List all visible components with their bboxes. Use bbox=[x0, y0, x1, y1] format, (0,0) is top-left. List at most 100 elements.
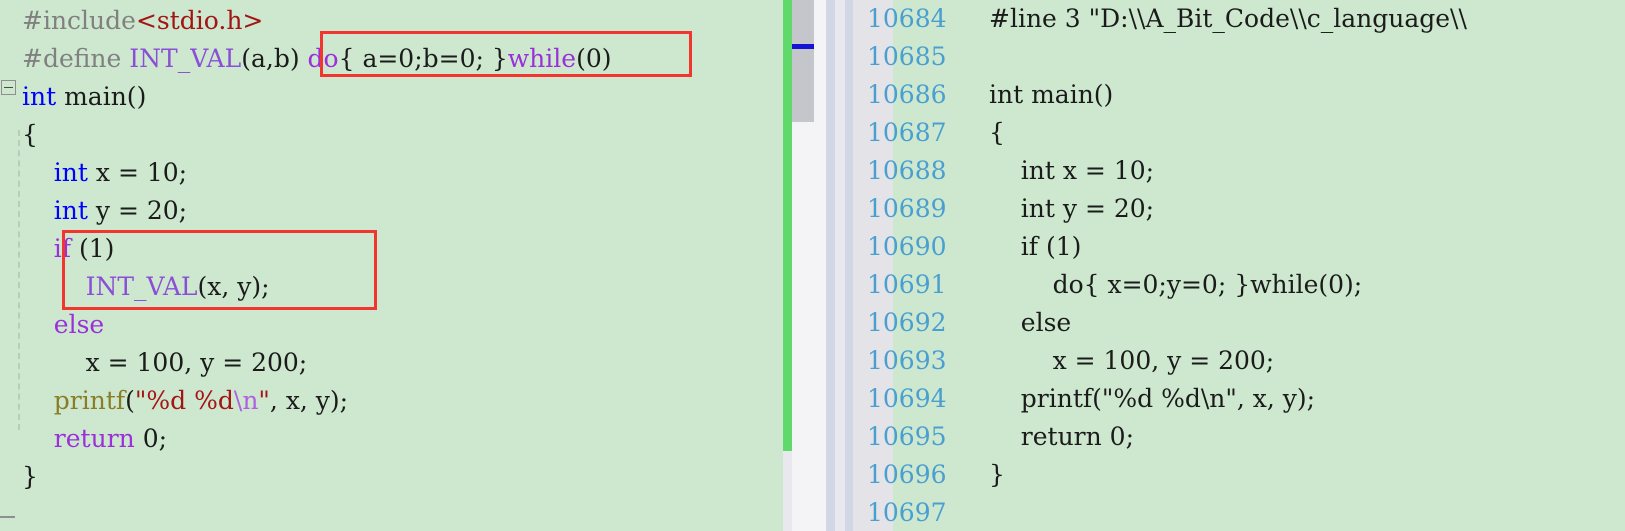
source-line[interactable]: INT_VAL(x, y); bbox=[22, 268, 270, 306]
code-token: main() bbox=[56, 82, 147, 111]
code-token: x = 100, y = 200; bbox=[22, 348, 308, 377]
code-token: else bbox=[53, 310, 105, 339]
line-number: 10688 bbox=[867, 156, 947, 185]
source-line[interactable]: int x = 10; bbox=[22, 154, 187, 192]
code-token: 0; bbox=[134, 424, 168, 453]
output-line-text: #line 3 "D:\\A_Bit_Code\\c_language\\ bbox=[989, 4, 1467, 33]
output-line-text: int x = 10; bbox=[989, 156, 1155, 185]
pane-divider-stripe-1[interactable] bbox=[826, 0, 835, 531]
code-token: { bbox=[22, 120, 38, 149]
code-token: int bbox=[53, 158, 88, 187]
editor-gutter[interactable] bbox=[0, 0, 22, 531]
code-token: if bbox=[53, 234, 72, 263]
output-line-row[interactable]: 10691 do{ x=0;y=0; }while(0); bbox=[853, 266, 1625, 304]
source-line[interactable]: int main() bbox=[22, 78, 146, 116]
output-line-text: x = 100, y = 200; bbox=[989, 346, 1275, 375]
change-tracking-bar bbox=[783, 0, 792, 451]
code-token: (a,b) bbox=[241, 44, 308, 73]
output-line-row[interactable]: 10692 else bbox=[853, 304, 1625, 342]
output-line-row[interactable]: 10684 #line 3 "D:\\A_Bit_Code\\c_language… bbox=[853, 0, 1625, 38]
output-line-text: int y = 20; bbox=[989, 194, 1155, 223]
code-token: (1) bbox=[71, 234, 115, 263]
code-token: do bbox=[307, 44, 339, 73]
scrollbar-thumb[interactable] bbox=[792, 0, 814, 122]
code-token: (0) bbox=[576, 44, 612, 73]
pane-divider-stripe-2[interactable] bbox=[845, 0, 853, 531]
code-token: INT_VAL bbox=[85, 272, 198, 301]
code-token: { a=0;b=0; } bbox=[338, 44, 508, 73]
source-line[interactable]: else bbox=[22, 306, 104, 344]
source-line[interactable]: } bbox=[22, 458, 38, 496]
source-line[interactable]: return 0; bbox=[22, 420, 167, 458]
code-token: #include bbox=[22, 6, 136, 35]
preprocessed-output-pane[interactable]: 10684 #line 3 "D:\\A_Bit_Code\\c_language… bbox=[853, 0, 1625, 531]
source-line[interactable]: printf("%d %d\n", x, y); bbox=[22, 382, 348, 420]
output-line-text: else bbox=[989, 308, 1072, 337]
code-token: printf bbox=[53, 386, 126, 415]
output-line-row[interactable]: 10689 int y = 20; bbox=[853, 190, 1625, 228]
line-number: 10684 bbox=[867, 4, 947, 33]
output-line-text: } bbox=[989, 460, 1005, 489]
code-token: int bbox=[53, 196, 88, 225]
output-line-row[interactable]: 10693 x = 100, y = 200; bbox=[853, 342, 1625, 380]
line-number: 10696 bbox=[867, 460, 947, 489]
line-number: 10693 bbox=[867, 346, 947, 375]
source-code-pane[interactable]: #include<stdio.h> #define INT_VAL(a,b) do… bbox=[0, 0, 783, 531]
code-token: y = 20; bbox=[87, 196, 188, 225]
output-line-row[interactable]: 10695 return 0; bbox=[853, 418, 1625, 456]
output-line-text: do{ x=0;y=0; }while(0); bbox=[989, 270, 1363, 299]
line-number: 10687 bbox=[867, 118, 947, 147]
code-token: INT_VAL bbox=[129, 44, 242, 73]
line-number: 10692 bbox=[867, 308, 947, 337]
output-line-text: printf("%d %d\n", x, y); bbox=[989, 384, 1316, 413]
code-token: (x, y); bbox=[197, 272, 270, 301]
code-token: "%d %d bbox=[134, 386, 234, 415]
output-line-row[interactable]: 10685 bbox=[853, 38, 1625, 76]
fold-region-end-marker bbox=[0, 516, 15, 518]
code-token: ( bbox=[125, 386, 135, 415]
diff-view-root: #include<stdio.h> #define INT_VAL(a,b) do… bbox=[0, 0, 1625, 531]
source-line[interactable]: #include<stdio.h> bbox=[22, 2, 263, 40]
output-line-row[interactable]: 10697 bbox=[853, 494, 1625, 531]
line-number: 10691 bbox=[867, 270, 947, 299]
output-line-row[interactable]: 10688 int x = 10; bbox=[853, 152, 1625, 190]
output-line-row[interactable]: 10694 printf("%d %d\n", x, y); bbox=[853, 380, 1625, 418]
line-number: 10685 bbox=[867, 42, 947, 71]
output-line-text: { bbox=[989, 118, 1005, 147]
output-line-row[interactable]: 10690 if (1) bbox=[853, 228, 1625, 266]
code-token: while bbox=[507, 44, 577, 73]
line-number: 10690 bbox=[867, 232, 947, 261]
code-token: , x, y); bbox=[269, 386, 349, 415]
source-line[interactable]: if (1) bbox=[22, 230, 115, 268]
pane-divider-gap bbox=[835, 0, 845, 531]
output-line-row[interactable]: 10686 int main() bbox=[853, 76, 1625, 114]
pane-divider-left bbox=[814, 0, 826, 531]
fold-guide-line bbox=[18, 130, 20, 430]
code-fold-collapse-icon[interactable] bbox=[1, 80, 16, 95]
code-token: \n bbox=[233, 386, 259, 415]
source-line[interactable]: { bbox=[22, 116, 38, 154]
source-line[interactable]: int y = 20; bbox=[22, 192, 187, 230]
code-token: return bbox=[53, 424, 135, 453]
code-token: <stdio.h> bbox=[135, 6, 264, 35]
output-line-text: if (1) bbox=[989, 232, 1082, 261]
code-token: } bbox=[22, 462, 38, 491]
line-number: 10695 bbox=[867, 422, 947, 451]
code-token: #define bbox=[22, 44, 130, 73]
output-line-row[interactable]: 10696} bbox=[853, 456, 1625, 494]
output-line-text: int main() bbox=[989, 80, 1114, 109]
output-line-list[interactable]: 10684 #line 3 "D:\\A_Bit_Code\\c_language… bbox=[853, 0, 1625, 531]
output-line-row[interactable]: 10687 { bbox=[853, 114, 1625, 152]
code-token: " bbox=[258, 386, 270, 415]
source-line[interactable]: x = 100, y = 200; bbox=[22, 344, 308, 382]
source-line[interactable]: #define INT_VAL(a,b) do{ a=0;b=0; }while… bbox=[22, 40, 611, 78]
line-number: 10697 bbox=[867, 498, 947, 527]
code-token: int bbox=[22, 82, 57, 111]
